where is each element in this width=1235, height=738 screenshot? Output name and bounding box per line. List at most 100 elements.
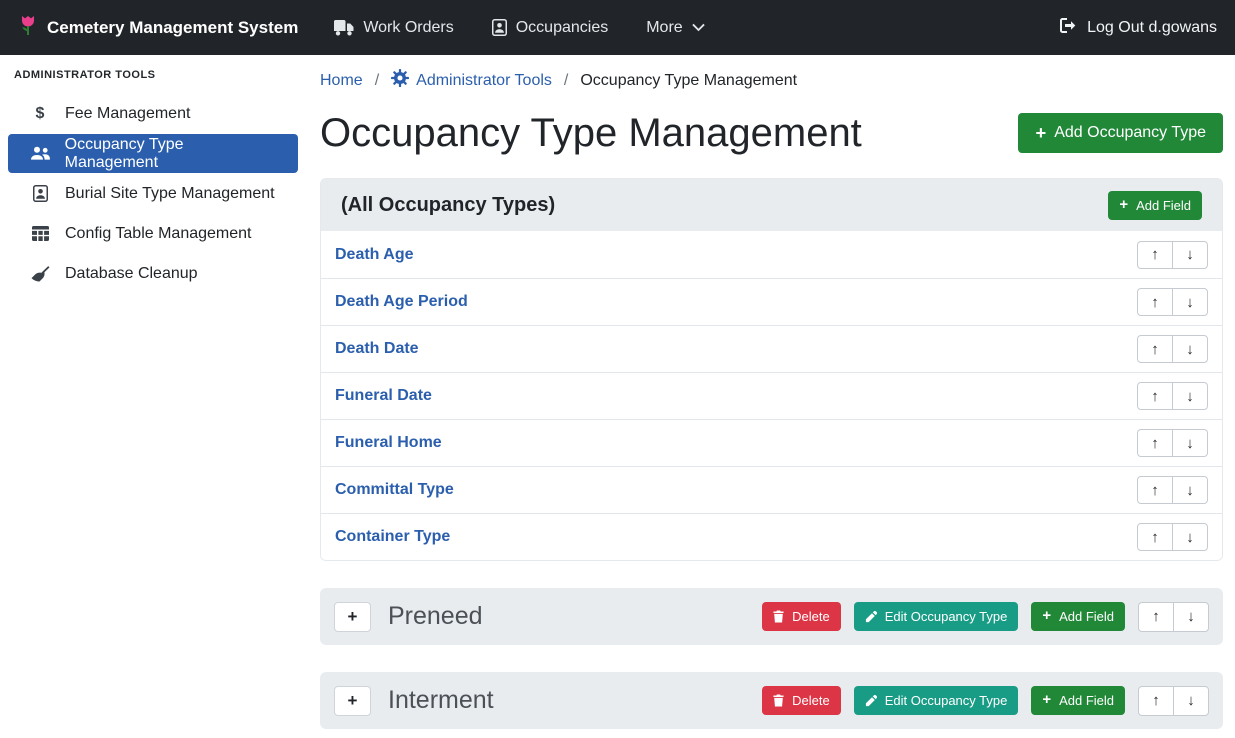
- broom-icon: [28, 266, 52, 282]
- field-link[interactable]: Death Age Period: [335, 293, 468, 311]
- reorder-controls: ↑ ↓: [1137, 429, 1208, 457]
- delete-button[interactable]: Delete: [762, 686, 841, 715]
- trash-icon: [773, 694, 784, 707]
- sidebar-item-database-cleanup[interactable]: Database Cleanup: [8, 254, 298, 293]
- breadcrumb-admin-tools-label: Administrator Tools: [416, 72, 552, 90]
- move-down-button[interactable]: ↓: [1172, 523, 1208, 551]
- portrait-icon: [28, 185, 52, 202]
- sidebar-item-label: Database Cleanup: [65, 265, 198, 283]
- section-title: Preneed: [388, 602, 745, 631]
- arrow-up-icon: ↑: [1152, 608, 1160, 625]
- plus-icon: +: [1035, 124, 1046, 142]
- chevron-down-icon: [692, 23, 705, 32]
- breadcrumb-home[interactable]: Home: [320, 72, 363, 90]
- field-link[interactable]: Death Date: [335, 340, 419, 358]
- field-row: Death Age Period ↑ ↓: [321, 278, 1222, 325]
- button-label: Add Field: [1136, 198, 1191, 213]
- sidebar-item-fee-management[interactable]: $ Fee Management: [8, 94, 298, 133]
- sidebar-item-label: Occupancy Type Management: [65, 136, 278, 172]
- move-down-button[interactable]: ↓: [1172, 429, 1208, 457]
- move-up-button[interactable]: ↑: [1138, 602, 1174, 632]
- nav-occupancies[interactable]: Occupancies: [492, 19, 609, 37]
- breadcrumb-admin-tools[interactable]: Administrator Tools: [391, 69, 552, 92]
- pencil-icon: [865, 611, 877, 623]
- button-label: Delete: [792, 609, 830, 624]
- sidebar-item-label: Config Table Management: [65, 225, 252, 243]
- sidebar-heading: Administrator Tools: [0, 65, 306, 93]
- section-actions: Delete Edit Occupancy Type + Add Field ↑: [762, 686, 1209, 716]
- sidebar-item-label: Burial Site Type Management: [65, 185, 275, 203]
- sidebar-item-config-table-management[interactable]: Config Table Management: [8, 214, 298, 253]
- move-up-button[interactable]: ↑: [1137, 382, 1173, 410]
- delete-button[interactable]: Delete: [762, 602, 841, 631]
- move-up-button[interactable]: ↑: [1138, 686, 1174, 716]
- move-up-button[interactable]: ↑: [1137, 523, 1173, 551]
- title-row: Occupancy Type Management + Add Occupanc…: [320, 110, 1223, 156]
- add-occupancy-type-button[interactable]: + Add Occupancy Type: [1018, 113, 1223, 153]
- move-up-button[interactable]: ↑: [1137, 241, 1173, 269]
- section-actions: Delete Edit Occupancy Type + Add Field ↑: [762, 602, 1209, 632]
- arrow-down-icon: ↓: [1186, 341, 1194, 358]
- field-link[interactable]: Funeral Home: [335, 434, 442, 452]
- sidebar-item-occupancy-type-management[interactable]: Occupancy Type Management: [8, 134, 298, 173]
- arrow-up-icon: ↑: [1151, 246, 1159, 263]
- page-layout: Administrator Tools $ Fee Management Occ…: [0, 55, 1235, 738]
- move-down-button[interactable]: ↓: [1173, 686, 1209, 716]
- expand-button[interactable]: +: [334, 602, 371, 632]
- reorder-controls: ↑ ↓: [1137, 523, 1208, 551]
- arrow-down-icon: ↓: [1186, 482, 1194, 499]
- plus-icon: +: [1119, 198, 1128, 213]
- reorder-controls: ↑ ↓: [1137, 382, 1208, 410]
- field-link[interactable]: Container Type: [335, 528, 450, 546]
- reorder-controls: ↑ ↓: [1137, 476, 1208, 504]
- reorder-controls: ↑ ↓: [1137, 335, 1208, 363]
- move-down-button[interactable]: ↓: [1172, 382, 1208, 410]
- breadcrumb-current: Occupancy Type Management: [580, 72, 797, 90]
- add-field-button[interactable]: + Add Field: [1108, 191, 1202, 220]
- nav-more[interactable]: More: [646, 19, 704, 37]
- sidebar-item-burial-site-type-management[interactable]: Burial Site Type Management: [8, 174, 298, 213]
- move-up-button[interactable]: ↑: [1137, 429, 1173, 457]
- dollar-icon: $: [28, 105, 52, 123]
- app-brand[interactable]: Cemetery Management System: [18, 14, 298, 41]
- move-down-button[interactable]: ↓: [1172, 335, 1208, 363]
- edit-occupancy-type-button[interactable]: Edit Occupancy Type: [854, 602, 1019, 631]
- move-down-button[interactable]: ↓: [1172, 241, 1208, 269]
- nav-work-orders[interactable]: Work Orders: [334, 19, 453, 37]
- reorder-controls: ↑ ↓: [1138, 686, 1209, 716]
- expand-button[interactable]: +: [334, 686, 371, 716]
- add-field-button[interactable]: + Add Field: [1031, 686, 1125, 715]
- field-link[interactable]: Funeral Date: [335, 387, 432, 405]
- field-row: Death Date ↑ ↓: [321, 325, 1222, 372]
- field-link[interactable]: Death Age: [335, 246, 414, 264]
- top-nav: Work Orders Occupancies More: [334, 19, 1060, 37]
- move-up-button[interactable]: ↑: [1137, 335, 1173, 363]
- gear-icon: [391, 69, 409, 92]
- nav-label: Occupancies: [516, 19, 609, 37]
- nav-label: Work Orders: [363, 19, 453, 37]
- plus-icon: +: [1042, 609, 1051, 624]
- move-down-button[interactable]: ↓: [1172, 288, 1208, 316]
- move-down-button[interactable]: ↓: [1173, 602, 1209, 632]
- arrow-down-icon: ↓: [1187, 608, 1195, 625]
- logout-button[interactable]: Log Out d.gowans: [1060, 18, 1217, 38]
- arrow-up-icon: ↑: [1151, 435, 1159, 452]
- arrow-up-icon: ↑: [1151, 341, 1159, 358]
- table-icon: [28, 226, 52, 241]
- field-link[interactable]: Committal Type: [335, 481, 454, 499]
- logout-label: Log Out d.gowans: [1087, 19, 1217, 37]
- edit-occupancy-type-button[interactable]: Edit Occupancy Type: [854, 686, 1019, 715]
- portrait-icon: [492, 19, 507, 36]
- move-down-button[interactable]: ↓: [1172, 476, 1208, 504]
- breadcrumb-separator: /: [375, 72, 379, 90]
- move-up-button[interactable]: ↑: [1137, 476, 1173, 504]
- button-label: Add Occupancy Type: [1054, 124, 1206, 142]
- field-row: Committal Type ↑ ↓: [321, 466, 1222, 513]
- all-occupancy-types-card: (All Occupancy Types) + Add Field Death …: [320, 178, 1223, 561]
- nav-label: More: [646, 19, 682, 37]
- users-icon: [28, 146, 52, 161]
- move-up-button[interactable]: ↑: [1137, 288, 1173, 316]
- add-field-button[interactable]: + Add Field: [1031, 602, 1125, 631]
- occupancy-type-section-interment: + Interment Delete: [320, 672, 1223, 729]
- arrow-down-icon: ↓: [1186, 294, 1194, 311]
